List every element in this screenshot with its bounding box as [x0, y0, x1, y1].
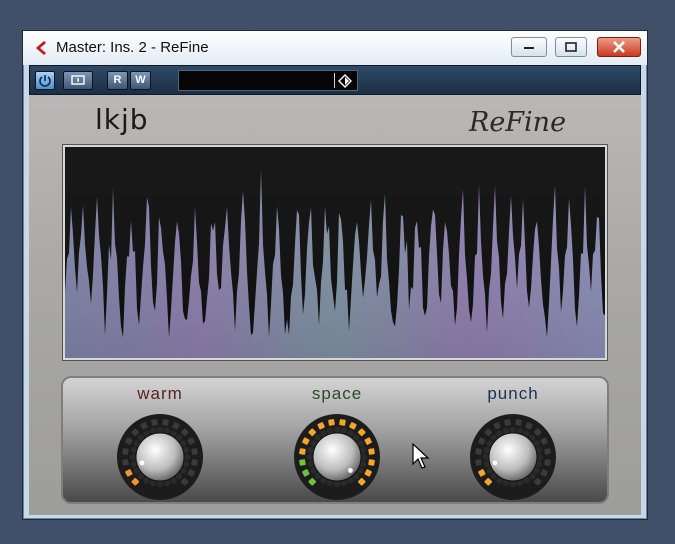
warm-knob[interactable] — [115, 412, 205, 502]
knob-led — [122, 459, 129, 466]
preset-selector[interactable] — [178, 70, 358, 91]
close-button[interactable] — [597, 37, 641, 57]
knob-led — [162, 419, 169, 426]
space-label: space — [311, 384, 363, 403]
knob-cap — [312, 432, 362, 482]
knob-panel: warm space punch — [61, 376, 609, 504]
knob-led — [191, 448, 198, 455]
knob-led — [368, 448, 375, 455]
plugin-toolbar: R W — [29, 65, 641, 95]
preset-name: lkjb — [95, 103, 149, 136]
window-title: Master: Ins. 2 - ReFine — [56, 39, 209, 56]
punch-label: punch — [487, 384, 539, 403]
refine-logo: ReFine — [469, 107, 567, 138]
punch-knob-graphic — [470, 414, 556, 500]
knob-grip — [509, 426, 517, 434]
minimize-icon — [524, 47, 534, 49]
bypass-button[interactable] — [63, 71, 93, 90]
knob-led — [544, 448, 551, 455]
knob-grip — [156, 480, 164, 488]
knob-grip — [333, 426, 341, 434]
knob-pointer — [492, 460, 498, 466]
maximize-button[interactable] — [555, 37, 587, 57]
plugin-window: Master: Ins. 2 - ReFine R W lkjb ReFine … — [22, 30, 648, 520]
diamond-arrow-icon[interactable] — [338, 74, 352, 88]
knob-grip — [360, 453, 368, 461]
spectrum-shade — [65, 147, 605, 358]
cubase-logo-icon — [36, 41, 46, 55]
knob-led — [544, 459, 551, 466]
refine-plugin-panel: lkjb ReFine warm space punch — [29, 95, 641, 515]
close-icon — [613, 41, 625, 53]
knob-grip — [129, 453, 137, 461]
knob-led — [328, 419, 335, 426]
knob-led — [299, 459, 306, 466]
power-button[interactable] — [35, 71, 55, 90]
knob-grip — [536, 453, 544, 461]
knob-led — [515, 419, 522, 426]
power-icon — [39, 75, 51, 87]
knob-led — [368, 459, 375, 466]
knob-pointer — [348, 468, 353, 473]
knob-grip — [333, 480, 341, 488]
knob-led — [339, 419, 346, 426]
space-knob[interactable] — [292, 412, 382, 502]
spectrum-display — [63, 145, 607, 360]
knob-grip — [156, 426, 164, 434]
knob-led — [504, 419, 511, 426]
knob-led — [475, 448, 482, 455]
write-automation-button[interactable]: W — [130, 71, 151, 90]
knob-grip — [306, 453, 314, 461]
knob-pointer — [139, 460, 145, 466]
knob-led — [151, 419, 158, 426]
minimize-button[interactable] — [511, 37, 547, 57]
spectrum-graph — [65, 147, 605, 358]
preset-divider — [334, 73, 335, 88]
knob-grip — [183, 453, 191, 461]
warm-label: warm — [137, 384, 183, 403]
knob-led — [191, 459, 198, 466]
knob-led — [475, 459, 482, 466]
warm-knob-graphic — [117, 414, 203, 500]
maximize-icon — [565, 42, 577, 52]
knob-cap — [135, 432, 185, 482]
bypass-icon — [71, 75, 85, 85]
knob-grip — [482, 453, 490, 461]
mouse-cursor-icon — [412, 443, 430, 469]
read-automation-button[interactable]: R — [107, 71, 128, 90]
knob-grip — [509, 480, 517, 488]
title-bar[interactable]: Master: Ins. 2 - ReFine — [23, 31, 647, 65]
knob-cap — [488, 432, 538, 482]
knob-led — [299, 448, 306, 455]
knob-led — [122, 448, 129, 455]
space-knob-graphic — [294, 414, 380, 500]
punch-knob[interactable] — [468, 412, 558, 502]
